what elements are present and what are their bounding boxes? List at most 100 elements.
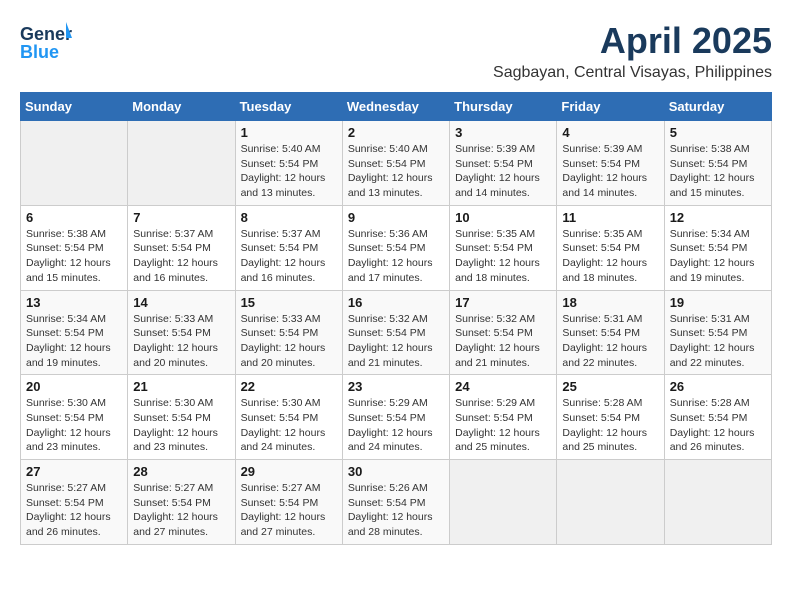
day-number: 25 [562, 379, 658, 394]
calendar-cell: 2Sunrise: 5:40 AM Sunset: 5:54 PM Daylig… [342, 121, 449, 206]
week-row-5: 27 Sunrise: 5:27 AM Sunset: 5:54 PM Dayli… [21, 460, 772, 545]
calendar-cell: 24 Sunrise: 5:29 AM Sunset: 5:54 PM Dayli… [450, 375, 557, 460]
calendar-cell: 7 Sunrise: 5:37 AM Sunset: 5:54 PM Daylig… [128, 205, 235, 290]
day-info: Sunrise: 5:36 AM Sunset: 5:54 PM Dayligh… [348, 227, 444, 286]
day-number: 16 [348, 295, 444, 310]
day-info: Sunrise: 5:28 AM Sunset: 5:54 PM Dayligh… [562, 396, 658, 455]
day-number: 7 [133, 210, 229, 225]
calendar-cell: 21 Sunrise: 5:30 AM Sunset: 5:54 PM Dayli… [128, 375, 235, 460]
day-number: 5 [670, 125, 766, 140]
day-info: Sunrise: 5:27 AM Sunset: 5:54 PM Dayligh… [133, 481, 229, 540]
weekday-row: SundayMondayTuesdayWednesdayThursdayFrid… [21, 93, 772, 121]
title-block: April 2025 Sagbayan, Central Visayas, Ph… [493, 20, 772, 82]
calendar-cell: 5 Sunrise: 5:38 AM Sunset: 5:54 PM Daylig… [664, 121, 771, 206]
page-header: General Blue April 2025 Sagbayan, Centra… [20, 20, 772, 82]
weekday-header-thursday: Thursday [450, 93, 557, 121]
calendar-cell: 23 Sunrise: 5:29 AM Sunset: 5:54 PM Dayli… [342, 375, 449, 460]
day-number: 2 [348, 125, 444, 140]
day-info: Sunrise: 5:34 AM Sunset: 5:54 PM Dayligh… [26, 312, 122, 371]
day-number: 24 [455, 379, 551, 394]
calendar-cell: 15 Sunrise: 5:33 AM Sunset: 5:54 PM Dayli… [235, 290, 342, 375]
weekday-header-wednesday: Wednesday [342, 93, 449, 121]
calendar-cell: 1 Sunrise: 5:40 AM Sunset: 5:54 PM Daylig… [235, 121, 342, 206]
day-number: 18 [562, 295, 658, 310]
day-info: Sunrise: 5:27 AM Sunset: 5:54 PM Dayligh… [241, 481, 337, 540]
calendar-cell [450, 460, 557, 545]
day-number: 19 [670, 295, 766, 310]
calendar-cell: 12 Sunrise: 5:34 AM Sunset: 5:54 PM Dayli… [664, 205, 771, 290]
day-info: Sunrise: 5:38 AM Sunset: 5:54 PM Dayligh… [670, 142, 766, 201]
week-row-3: 13 Sunrise: 5:34 AM Sunset: 5:54 PM Dayli… [21, 290, 772, 375]
day-info: Sunrise: 5:30 AM Sunset: 5:54 PM Dayligh… [241, 396, 337, 455]
day-info: Sunrise: 5:39 AM Sunset: 5:54 PM Dayligh… [455, 142, 551, 201]
svg-text:General: General [20, 24, 72, 44]
day-info: Sunrise: 5:31 AM Sunset: 5:54 PM Dayligh… [670, 312, 766, 371]
calendar-cell: 25 Sunrise: 5:28 AM Sunset: 5:54 PM Dayli… [557, 375, 664, 460]
calendar-cell: 17Sunrise: 5:32 AM Sunset: 5:54 PM Dayli… [450, 290, 557, 375]
calendar-cell: 11Sunrise: 5:35 AM Sunset: 5:54 PM Dayli… [557, 205, 664, 290]
weekday-header-tuesday: Tuesday [235, 93, 342, 121]
calendar-cell [557, 460, 664, 545]
day-number: 17 [455, 295, 551, 310]
day-number: 13 [26, 295, 122, 310]
day-info: Sunrise: 5:37 AM Sunset: 5:54 PM Dayligh… [241, 227, 337, 286]
day-number: 23 [348, 379, 444, 394]
day-info: Sunrise: 5:37 AM Sunset: 5:54 PM Dayligh… [133, 227, 229, 286]
day-info: Sunrise: 5:33 AM Sunset: 5:54 PM Dayligh… [241, 312, 337, 371]
calendar-cell: 13 Sunrise: 5:34 AM Sunset: 5:54 PM Dayli… [21, 290, 128, 375]
day-number: 14 [133, 295, 229, 310]
location: Sagbayan, Central Visayas, Philippines [493, 64, 772, 82]
calendar-cell: 10 Sunrise: 5:35 AM Sunset: 5:54 PM Dayli… [450, 205, 557, 290]
day-number: 26 [670, 379, 766, 394]
day-number: 21 [133, 379, 229, 394]
day-info: Sunrise: 5:35 AM Sunset: 5:54 PM Dayligh… [455, 227, 551, 286]
calendar-cell: 22 Sunrise: 5:30 AM Sunset: 5:54 PM Dayli… [235, 375, 342, 460]
day-number: 8 [241, 210, 337, 225]
day-number: 11 [562, 210, 658, 225]
weekday-header-sunday: Sunday [21, 93, 128, 121]
svg-text:Blue: Blue [20, 42, 59, 62]
day-number: 10 [455, 210, 551, 225]
calendar-table: SundayMondayTuesdayWednesdayThursdayFrid… [20, 92, 772, 545]
day-info: Sunrise: 5:38 AM Sunset: 5:54 PM Dayligh… [26, 227, 122, 286]
day-number: 6 [26, 210, 122, 225]
day-number: 12 [670, 210, 766, 225]
calendar-cell: 30 Sunrise: 5:26 AM Sunset: 5:54 PM Dayli… [342, 460, 449, 545]
day-number: 20 [26, 379, 122, 394]
calendar-cell: 14Sunrise: 5:33 AM Sunset: 5:54 PM Dayli… [128, 290, 235, 375]
day-info: Sunrise: 5:29 AM Sunset: 5:54 PM Dayligh… [348, 396, 444, 455]
day-number: 29 [241, 464, 337, 479]
calendar-cell [128, 121, 235, 206]
calendar-cell: 8 Sunrise: 5:37 AM Sunset: 5:54 PM Daylig… [235, 205, 342, 290]
calendar-cell: 26 Sunrise: 5:28 AM Sunset: 5:54 PM Dayli… [664, 375, 771, 460]
day-info: Sunrise: 5:31 AM Sunset: 5:54 PM Dayligh… [562, 312, 658, 371]
day-info: Sunrise: 5:40 AM Sunset: 5:54 PM Dayligh… [241, 142, 337, 201]
day-info: Sunrise: 5:26 AM Sunset: 5:54 PM Dayligh… [348, 481, 444, 540]
day-number: 9 [348, 210, 444, 225]
calendar-cell: 27 Sunrise: 5:27 AM Sunset: 5:54 PM Dayli… [21, 460, 128, 545]
day-number: 27 [26, 464, 122, 479]
calendar-cell: 4Sunrise: 5:39 AM Sunset: 5:54 PM Daylig… [557, 121, 664, 206]
day-info: Sunrise: 5:34 AM Sunset: 5:54 PM Dayligh… [670, 227, 766, 286]
weekday-header-friday: Friday [557, 93, 664, 121]
week-row-1: 1 Sunrise: 5:40 AM Sunset: 5:54 PM Daylig… [21, 121, 772, 206]
week-row-2: 6 Sunrise: 5:38 AM Sunset: 5:54 PM Daylig… [21, 205, 772, 290]
calendar-cell: 16Sunrise: 5:32 AM Sunset: 5:54 PM Dayli… [342, 290, 449, 375]
calendar-cell [664, 460, 771, 545]
day-info: Sunrise: 5:28 AM Sunset: 5:54 PM Dayligh… [670, 396, 766, 455]
day-number: 15 [241, 295, 337, 310]
weekday-header-monday: Monday [128, 93, 235, 121]
day-number: 3 [455, 125, 551, 140]
day-number: 1 [241, 125, 337, 140]
day-info: Sunrise: 5:29 AM Sunset: 5:54 PM Dayligh… [455, 396, 551, 455]
day-info: Sunrise: 5:30 AM Sunset: 5:54 PM Dayligh… [133, 396, 229, 455]
calendar-cell: 9 Sunrise: 5:36 AM Sunset: 5:54 PM Daylig… [342, 205, 449, 290]
logo: General Blue [20, 20, 72, 64]
day-number: 30 [348, 464, 444, 479]
day-number: 22 [241, 379, 337, 394]
calendar-header: SundayMondayTuesdayWednesdayThursdayFrid… [21, 93, 772, 121]
day-info: Sunrise: 5:39 AM Sunset: 5:54 PM Dayligh… [562, 142, 658, 201]
day-info: Sunrise: 5:27 AM Sunset: 5:54 PM Dayligh… [26, 481, 122, 540]
calendar-cell: 18 Sunrise: 5:31 AM Sunset: 5:54 PM Dayli… [557, 290, 664, 375]
day-info: Sunrise: 5:30 AM Sunset: 5:54 PM Dayligh… [26, 396, 122, 455]
